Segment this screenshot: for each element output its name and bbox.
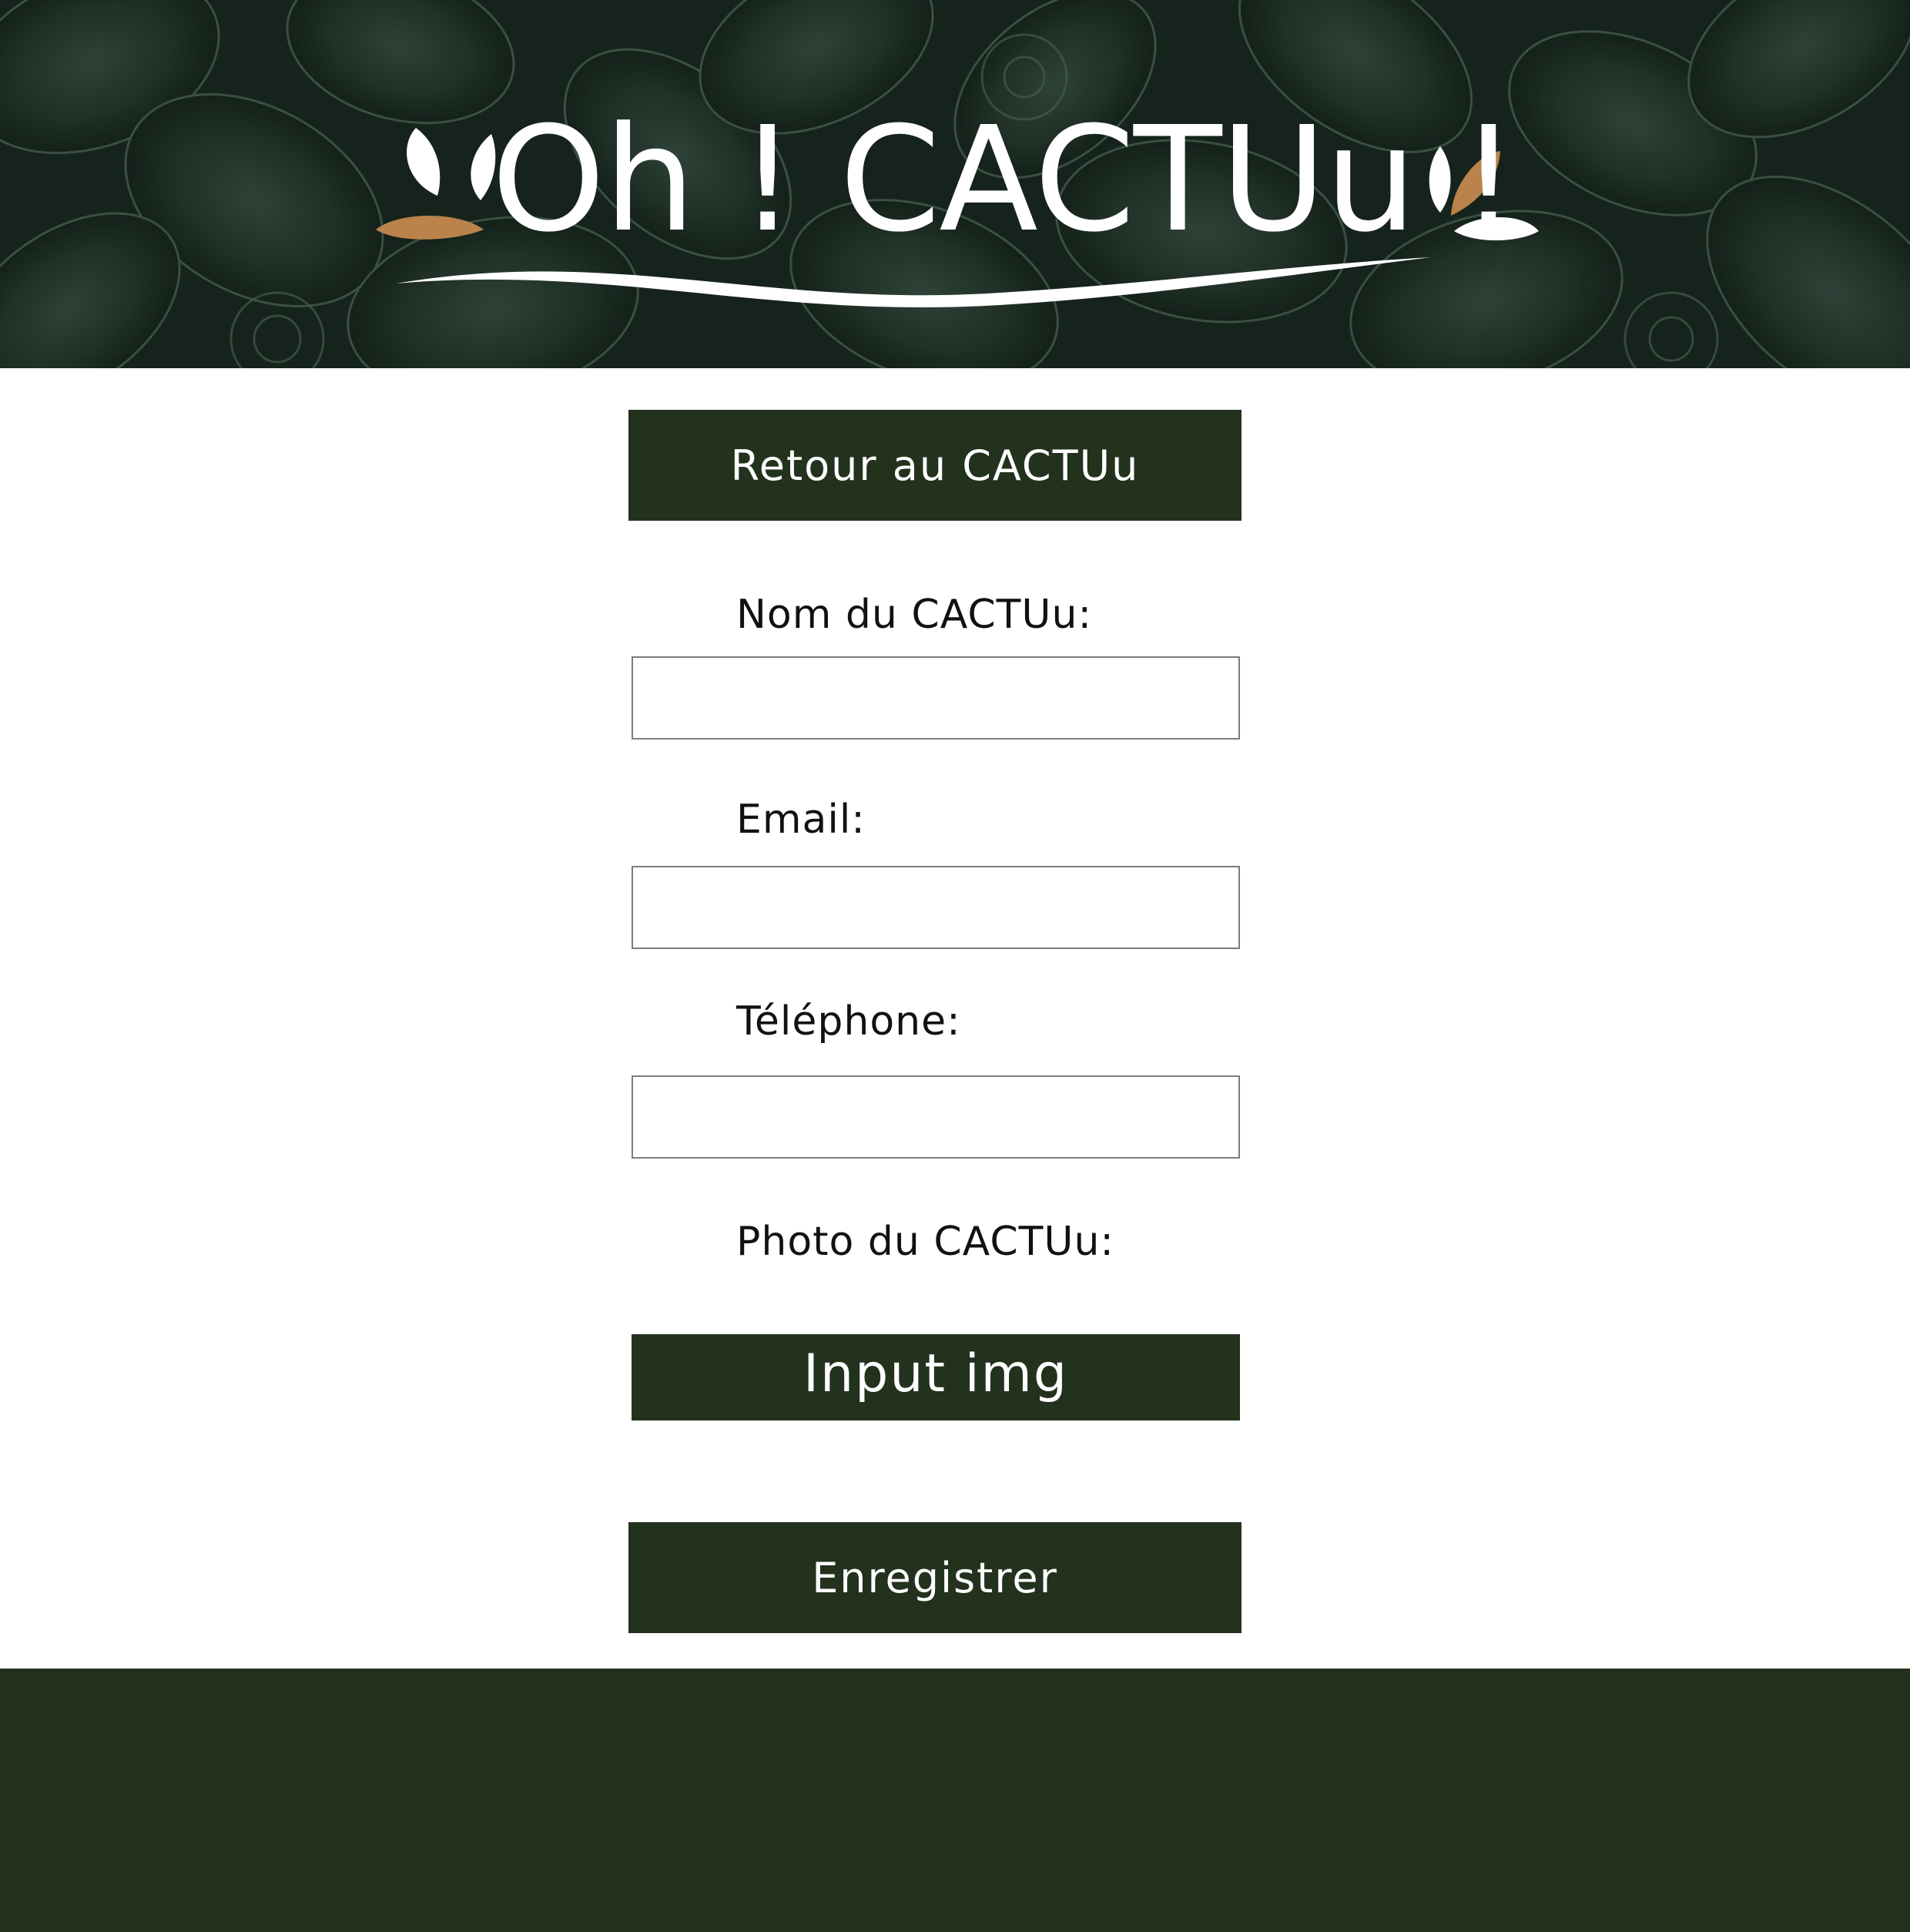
logo[interactable]: Oh ! CACTUu ! — [368, 100, 1546, 316]
name-label: Nom du CACTUu: — [736, 592, 1092, 638]
back-to-cactuu-button[interactable]: Retour au CACTUu — [628, 410, 1242, 521]
image-upload-button[interactable]: Input img — [632, 1334, 1240, 1420]
name-input[interactable] — [632, 656, 1240, 740]
logo-text: Oh ! CACTUu ! — [491, 96, 1518, 264]
email-input[interactable] — [632, 866, 1240, 949]
photo-label: Photo du CACTUu: — [736, 1219, 1114, 1265]
phone-input[interactable] — [632, 1075, 1240, 1159]
phone-label: Téléphone: — [736, 998, 961, 1045]
header-banner: Oh ! CACTUu ! — [0, 0, 1910, 368]
email-label: Email: — [736, 797, 866, 843]
footer — [0, 1669, 1910, 1932]
save-button[interactable]: Enregistrer — [628, 1522, 1242, 1633]
leaf-drop-icon-left — [376, 128, 496, 240]
